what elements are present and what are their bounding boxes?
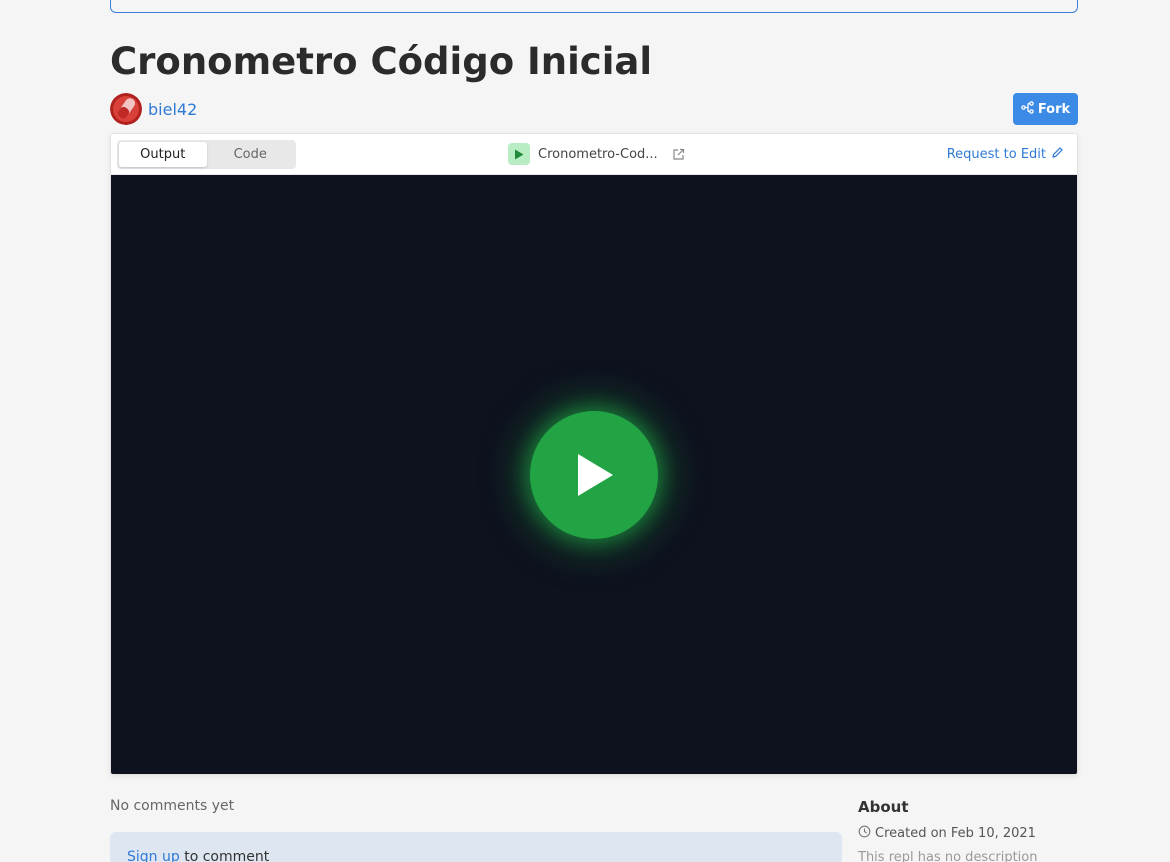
created-date: Created on Feb 10, 2021 [858, 825, 1036, 842]
tab-code[interactable]: Code [207, 142, 295, 167]
repl-file-name: Cronometro-Cod... [538, 146, 658, 162]
page-title: Cronometro Código Inicial [110, 40, 653, 83]
tab-output[interactable]: Output [119, 142, 207, 167]
fork-icon [1021, 100, 1034, 118]
repl-panel: Output Code Cronometro-Cod... Request to… [110, 133, 1078, 775]
pencil-icon [1051, 146, 1064, 163]
request-edit-label: Request to Edit [946, 147, 1046, 162]
top-input-box[interactable] [110, 0, 1078, 13]
fork-button[interactable]: Fork [1013, 93, 1078, 125]
play-icon [508, 143, 530, 165]
run-button[interactable] [530, 411, 658, 539]
request-edit-button[interactable]: Request to Edit [947, 146, 1064, 163]
about-title: About [858, 798, 909, 816]
fork-label: Fork [1037, 101, 1071, 117]
external-link-icon[interactable] [672, 148, 685, 161]
created-text: Created on Feb 10, 2021 [875, 826, 1036, 841]
repl-file[interactable]: Cronometro-Cod... [508, 143, 685, 165]
view-switcher: Output Code [117, 140, 296, 169]
output-area[interactable] [111, 175, 1077, 774]
signup-prompt: Sign up to comment [110, 832, 842, 862]
author-link[interactable]: biel42 [148, 100, 197, 119]
author-row: biel42 [110, 93, 197, 125]
repl-toolbar: Output Code Cronometro-Cod... Request to… [111, 134, 1077, 175]
signup-link[interactable]: Sign up [127, 849, 180, 862]
signup-suffix: to comment [179, 849, 270, 862]
avatar[interactable] [110, 93, 142, 125]
play-icon [578, 454, 613, 496]
clock-icon [858, 825, 871, 842]
comments-empty-label: No comments yet [110, 798, 235, 814]
repl-description: This repl has no description [858, 850, 1038, 862]
